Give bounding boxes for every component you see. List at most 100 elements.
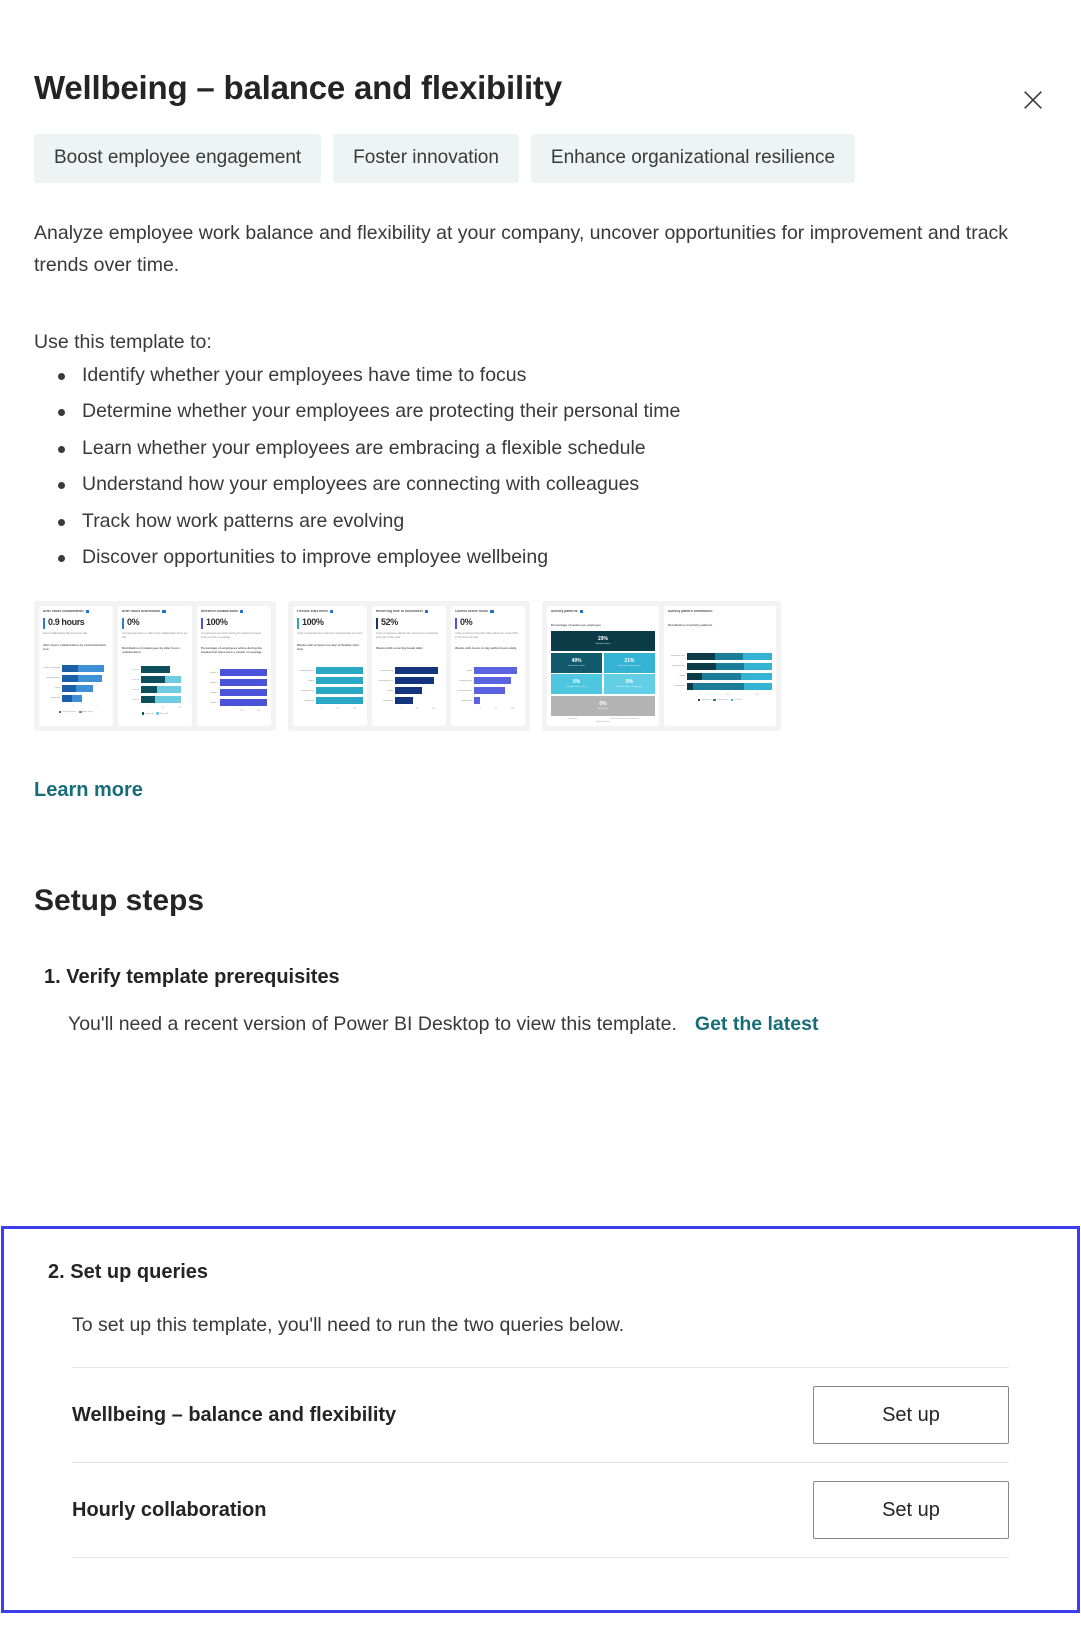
step-2-heading: 2. Set up queries [48,1261,209,1283]
section-title: Weeks with recurring break daily [376,646,423,651]
list-item: Track how work patterns are evolving [56,511,1047,532]
list-item: Understand how your employees are connec… [56,475,1047,495]
info-icon [490,609,494,614]
bar-category: Marketing [461,699,473,702]
setup-step-2[interactable]: 2. Set up queries To set up this templat… [1,1226,1080,1613]
list-item: Discover opportunities to improve employ… [56,548,1047,568]
bar-category: Sales [466,669,472,672]
cell-label: Later hours, disconnect [618,664,641,667]
cell-label: Later hours, focus [567,664,586,667]
mini-report-flexible-start-times: Flexible start times 100% of the employe… [293,605,367,726]
section-title: Distribution of employees by after hours… [122,646,180,655]
cell-label: Flexible hours, focus [566,686,587,689]
mini-title: Flexible start times [297,610,328,614]
step-2-body: To set up this template, you'll need to … [72,1314,625,1336]
bar-category: Week 3 [209,691,218,694]
step-1-heading: 1. Verify template prerequisites [44,965,340,988]
bar-category: Email Hours [46,677,60,680]
page-title: Wellbeing – balance and flexibility [34,69,562,106]
template-details-panel: Wellbeing – balance and flexibility Boos… [0,68,1081,1036]
thumbnail-group-1[interactable]: After hours collaboration 0.9 hours spen… [34,600,276,731]
kpi-value: 52% [381,617,398,628]
info-icon [329,609,334,614]
cell-value: 0% [573,679,581,686]
bar-category: Business Dev [378,679,393,682]
bar-category: Meetings [50,697,60,700]
bar-chart: Engineering Business Dev Sales Marketing… [376,654,442,722]
mini-title: Activity pattern distribution [668,609,713,613]
mini-report-recurring-time-to-disconnect: Recurring time to disconnect 52% of the … [372,605,446,726]
bar-chart: 0-1 hrs 1-2 hrs 2-3 hrs 3+ hrs 0 50 100 Gr… [122,659,188,723]
kpi-subtitle: of the employees have start time varied … [297,632,363,636]
bar-category: 0-1 hrs [131,668,139,671]
bar-category: Week 1 [209,671,218,674]
bar-category: Sales [387,689,393,692]
bar-category: Sales [308,679,314,682]
bar-chart: Sales Engineering Business Dev Marketing… [455,654,521,722]
info-icon [162,609,166,614]
cell-value: 29% [597,636,608,643]
kpi-value: 0.9 hours [48,617,85,628]
section-title: Percentage of weeks per employee [551,623,601,628]
divider [72,1557,1009,1558]
list-item: Learn whether your employees are embraci… [56,438,1047,459]
chip-enhance-organizational-resilience[interactable]: Enhance organizational resilience [530,133,856,183]
cell-value: 49% [571,657,582,664]
step-1-text: You'll need a recent version of Power BI… [68,1012,677,1035]
bar-chart: Week 1 Week 2 Week 3 Week 4 0 50 100 [201,659,267,723]
query-name: Wellbeing – balance and flexibility [72,1403,397,1426]
mini-title: Control active hours [455,610,488,614]
chip-foster-innovation[interactable]: Foster innovation [333,133,519,183]
bar-chart: Business Dev Sales Engineering Marketing… [297,655,363,723]
tag-chip-list: Boost employee engagement Foster innovat… [34,133,1047,183]
bar-category: Marketing [382,699,394,702]
legend-label: Working hours [62,710,77,713]
mini-title: Activity patterns [551,610,578,614]
info-icon [239,609,244,614]
query-name: Hourly collaboration [72,1498,267,1521]
cell-label: No pattern [597,707,609,710]
close-icon [1024,91,1042,109]
mini-report-after-hours-collaboration: After hours collaboration 0.9 hours spen… [39,605,113,726]
section-title: Distribution of activity patterns [668,623,713,628]
heatmap-chart: 29% Standard hours 49% Later hours, focu… [551,631,655,716]
set-up-button-wellbeing[interactable]: Set up [813,1386,1009,1444]
mini-title: After hours collaboration [43,610,84,614]
mini-report-control-active-hours: Control active hours 0% of the employees… [451,605,525,726]
bar-category: Business Dev [670,655,685,658]
bar-category: Week 4 [209,701,218,704]
mini-report-activity-pattern-distribution: Activity pattern distribution Distributi… [664,605,776,726]
learn-more-link[interactable]: Learn more [34,779,143,802]
bar-category: 3+ hrs [132,698,139,701]
bar-category: Marketing [303,699,315,702]
chip-boost-employee-engagement[interactable]: Boost employee engagement [34,133,322,183]
set-up-button-hourly-collaboration[interactable]: Set up [813,1481,1009,1539]
use-template-label: Use this template to: [34,330,212,353]
intro-description: Analyze employee work balance and flexib… [34,221,1009,276]
get-the-latest-link[interactable]: Get the latest [695,1013,819,1035]
axis-tick: Recurring time to disconnect [610,717,639,720]
list-item: Determine whether your employees are pro… [56,402,1047,422]
legend-label: After hours [82,710,94,713]
legend-label: Flexible [734,699,742,702]
use-template-list: Identify whether your employees have tim… [34,365,1047,568]
section-title: Weeks with at least one day of flexible … [297,642,359,651]
bar-category: Engineering [459,679,472,682]
cell-label: Standard hours [595,643,611,646]
info-icon [424,609,429,614]
thumbnail-group-3[interactable]: Activity patterns Percentage of weeks pe… [542,600,781,731]
bar-category: Business Dev [299,669,314,672]
bar-category: Week 2 [209,681,218,684]
list-item: Identify whether your employees have tim… [56,365,1047,386]
bar-category: Instant Messages [43,667,60,670]
bar-category: Sales [679,675,685,678]
close-button[interactable] [1015,82,1051,118]
kpi-subtitle: of employees have 2+ after hours collabo… [122,632,188,639]
cell-value: 21% [624,657,635,664]
kpi-value: 0% [460,617,473,628]
thumbnail-group-2[interactable]: Flexible start times 100% of the employe… [288,600,530,731]
section-title: Weeks with hours in day within hours dai… [455,646,517,651]
setup-step-1: 1. Verify template prerequisites You'll … [34,966,1047,1036]
legend-label: Group B [159,712,169,715]
legend-label: Group A [145,712,154,715]
